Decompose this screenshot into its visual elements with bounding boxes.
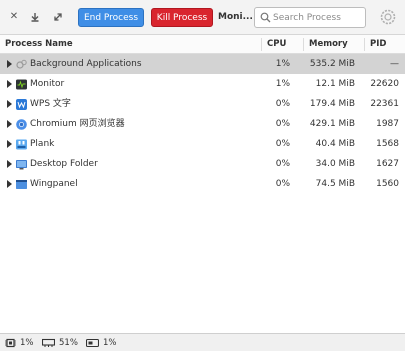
wingpanel-icon — [16, 180, 27, 189]
minimize-icon[interactable] — [27, 9, 43, 25]
process-row[interactable]: Background Applications 1% 535.2 MiB — — [0, 54, 405, 74]
process-memory: 179.4 MiB — [309, 99, 355, 109]
column-header-memory[interactable]: Memory — [309, 35, 348, 54]
process-name: Desktop Folder — [30, 159, 98, 169]
process-row[interactable]: Desktop Folder 0% 34.0 MiB 1627 — [0, 154, 405, 174]
view-switcher-label[interactable]: Moni... — [218, 8, 253, 27]
memory-usage-indicator: 51% — [42, 334, 82, 351]
process-memory: 535.2 MiB — [309, 59, 355, 69]
expand-arrow-icon[interactable] — [7, 120, 12, 128]
search-field[interactable] — [254, 7, 366, 28]
process-memory: 40.4 MiB — [315, 139, 355, 149]
monitor-app-icon — [16, 79, 27, 90]
column-divider — [303, 38, 304, 51]
cpu-usage-indicator: 1% — [5, 334, 41, 351]
process-cpu: 0% — [275, 179, 290, 189]
expand-arrow-icon[interactable] — [7, 160, 12, 168]
column-divider — [364, 38, 365, 51]
background-apps-icon — [16, 59, 27, 69]
process-row[interactable]: Monitor 1% 12.1 MiB 22620 — [0, 74, 405, 94]
process-name: WPS 文字 — [30, 99, 71, 109]
expand-arrow-icon[interactable] — [7, 60, 12, 68]
plank-icon — [16, 139, 27, 150]
process-pid: 1568 — [376, 139, 399, 149]
process-pid: 1627 — [376, 159, 399, 169]
process-list: Background Applications 1% 535.2 MiB — M… — [0, 54, 405, 194]
column-header-process-name[interactable]: Process Name — [5, 35, 73, 54]
process-name: Plank — [30, 139, 55, 149]
wps-writer-icon — [16, 99, 27, 110]
chromium-icon — [16, 119, 27, 130]
process-row[interactable]: Chromium 网页浏览器 0% 429.1 MiB 1987 — [0, 114, 405, 134]
expand-arrow-icon[interactable] — [7, 80, 12, 88]
column-divider — [261, 38, 262, 51]
process-cpu: 0% — [275, 139, 290, 149]
expand-arrow-icon[interactable] — [7, 100, 12, 108]
process-pid: 22361 — [370, 99, 399, 109]
memory-icon — [42, 338, 55, 347]
process-row[interactable]: Wingpanel 0% 74.5 MiB 1560 — [0, 174, 405, 194]
process-memory: 12.1 MiB — [315, 79, 355, 89]
process-cpu: 0% — [275, 159, 290, 169]
kill-process-button[interactable]: Kill Process — [151, 8, 213, 27]
process-pid: 1987 — [376, 119, 399, 129]
process-pid: — — [390, 59, 399, 69]
gear-icon[interactable] — [378, 7, 398, 27]
process-pid: 22620 — [370, 79, 399, 89]
desktop-folder-icon — [16, 160, 27, 170]
swap-disk-icon — [86, 338, 99, 348]
column-header-pid[interactable]: PID — [370, 35, 386, 54]
expand-arrow-icon[interactable] — [7, 140, 12, 148]
process-name: Chromium 网页浏览器 — [30, 119, 125, 129]
process-cpu: 0% — [275, 99, 290, 109]
process-cpu: 1% — [275, 79, 290, 89]
column-header-cpu[interactable]: CPU — [267, 35, 286, 54]
column-header: Process Name CPU Memory PID — [0, 35, 405, 54]
search-icon — [260, 12, 271, 23]
memory-usage-value: 51% — [59, 338, 78, 348]
process-cpu: 0% — [275, 119, 290, 129]
process-name: Background Applications — [30, 59, 142, 69]
search-input[interactable] — [273, 10, 363, 25]
process-pid: 1560 — [376, 179, 399, 189]
process-name: Wingpanel — [30, 179, 78, 189]
process-memory: 74.5 MiB — [315, 179, 355, 189]
process-memory: 429.1 MiB — [309, 119, 355, 129]
process-name: Monitor — [30, 79, 65, 89]
end-process-button[interactable]: End Process — [78, 8, 144, 27]
cpu-chip-icon — [5, 338, 16, 348]
cpu-usage-value: 1% — [20, 338, 34, 348]
process-row[interactable]: Plank 0% 40.4 MiB 1568 — [0, 134, 405, 154]
process-cpu: 1% — [275, 59, 290, 69]
process-row[interactable]: WPS 文字 0% 179.4 MiB 22361 — [0, 94, 405, 114]
status-bar: 1% 51% 1% — [0, 333, 405, 351]
process-memory: 34.0 MiB — [315, 159, 355, 169]
maximize-icon[interactable] — [50, 9, 66, 25]
expand-arrow-icon[interactable] — [7, 180, 12, 188]
toolbar: ✕ End Process Kill Process Moni... — [0, 0, 405, 35]
swap-usage-value: 1% — [103, 338, 117, 348]
close-icon[interactable]: ✕ — [6, 9, 22, 25]
swap-usage-indicator: 1% — [86, 334, 122, 351]
